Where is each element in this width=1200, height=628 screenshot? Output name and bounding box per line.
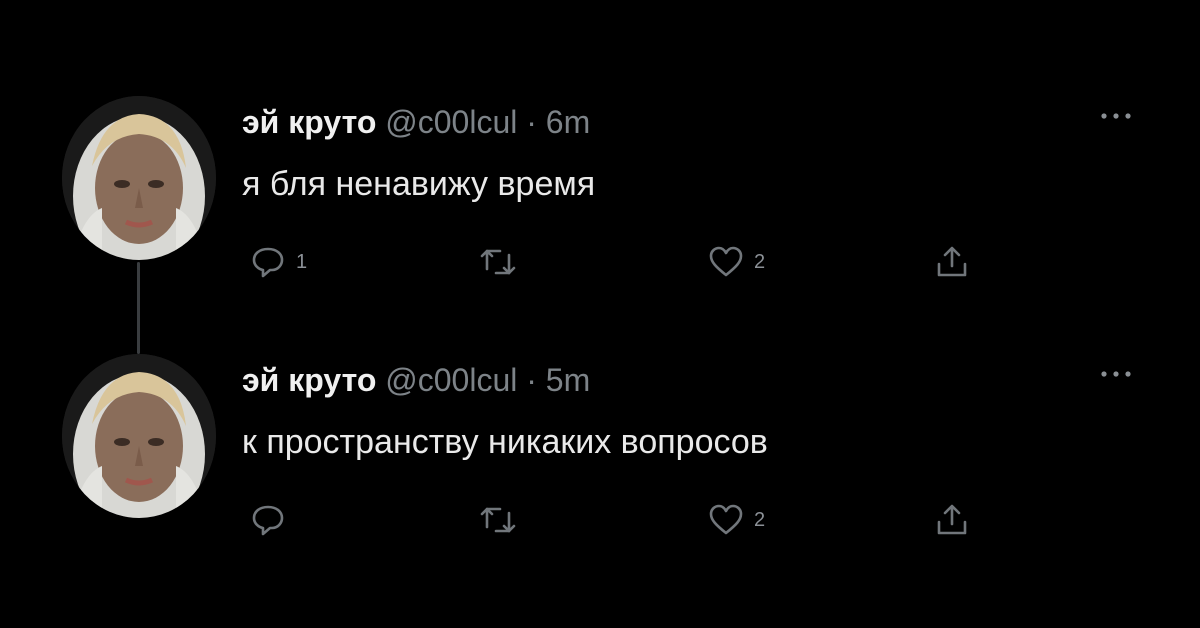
retweet-icon bbox=[480, 249, 516, 275]
retweet-icon bbox=[480, 507, 516, 533]
like-count: 2 bbox=[754, 508, 766, 531]
share-button[interactable] bbox=[934, 244, 970, 280]
heart-icon bbox=[709, 246, 743, 277]
user-handle[interactable]: @c00lcul bbox=[385, 104, 517, 140]
like-button[interactable]: 2 bbox=[708, 502, 765, 538]
separator-dot: · bbox=[526, 362, 537, 398]
reply-count: 1 bbox=[296, 250, 308, 273]
retweet-button[interactable] bbox=[478, 502, 518, 538]
retweet-button[interactable] bbox=[478, 244, 518, 280]
tweet-header: эй круто @c00lcul · 5m bbox=[242, 360, 590, 400]
share-upload-icon bbox=[937, 504, 967, 535]
share-button[interactable] bbox=[934, 502, 970, 538]
reply-button[interactable] bbox=[250, 502, 296, 538]
tweet[interactable]: эй круто @c00lcul · 5m к пространству ни… bbox=[0, 350, 1200, 550]
tweet-header: эй круто @c00lcul · 6m bbox=[242, 102, 590, 142]
reply-button[interactable]: 1 bbox=[250, 244, 307, 280]
tweet-text: к пространству никаких вопросов bbox=[242, 423, 768, 461]
tweet-text: я бля ненавижу время bbox=[242, 165, 596, 203]
separator-dot: · bbox=[526, 104, 537, 140]
more-dots-icon[interactable] bbox=[1096, 364, 1136, 384]
heart-icon bbox=[709, 504, 743, 535]
timestamp[interactable]: 5m bbox=[546, 362, 590, 398]
comment-bubble-icon bbox=[252, 247, 284, 278]
display-name[interactable]: эй круто bbox=[242, 362, 376, 398]
avatar-photo bbox=[62, 354, 216, 518]
share-upload-icon bbox=[937, 246, 967, 277]
user-handle[interactable]: @c00lcul bbox=[385, 362, 517, 398]
like-button[interactable]: 2 bbox=[708, 244, 765, 280]
avatar[interactable] bbox=[62, 96, 216, 260]
display-name[interactable]: эй круто bbox=[242, 104, 376, 140]
avatar-photo bbox=[62, 96, 216, 260]
timestamp[interactable]: 6m bbox=[546, 104, 590, 140]
like-count: 2 bbox=[754, 250, 766, 273]
avatar[interactable] bbox=[62, 354, 216, 518]
comment-bubble-icon bbox=[252, 505, 284, 536]
tweet[interactable]: эй круто @c00lcul · 6m я бля ненавижу вр… bbox=[0, 92, 1200, 292]
more-dots-icon[interactable] bbox=[1096, 106, 1136, 126]
